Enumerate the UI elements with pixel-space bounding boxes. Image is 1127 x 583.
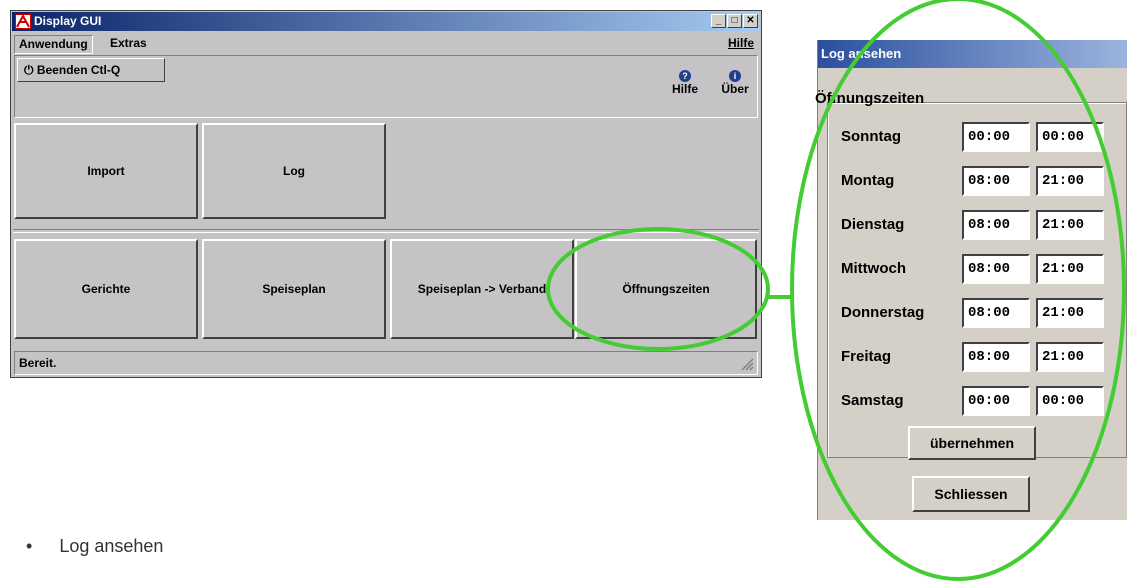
oeffnungszeiten-button[interactable]: Öffnungszeiten — [575, 239, 757, 339]
help-icon: ? — [679, 70, 691, 82]
quit-label: Beenden Ctl-Q — [36, 63, 121, 77]
window-title: Display GUI — [34, 14, 102, 28]
close-time-input[interactable]: 00:00 — [1036, 122, 1104, 152]
open-time-input[interactable]: 08:00 — [962, 298, 1030, 328]
group-label: Öffnungszeiten — [815, 90, 925, 107]
resize-grip-icon[interactable] — [740, 357, 754, 371]
open-time-input[interactable]: 08:00 — [962, 166, 1030, 196]
open-time-input[interactable]: 08:00 — [962, 210, 1030, 240]
power-icon: ⏻ — [24, 63, 34, 77]
bullet-glyph: • — [26, 536, 33, 556]
caption-text: Log ansehen — [59, 536, 164, 556]
day-label: Mittwoch — [841, 260, 906, 277]
minimize-button[interactable]: _ — [711, 14, 726, 28]
caption: • Log ansehen — [26, 536, 163, 557]
speiseplan-button[interactable]: Speiseplan — [202, 239, 386, 339]
gerichte-button[interactable]: Gerichte — [14, 239, 198, 339]
menu-anwendung[interactable]: Anwendung — [14, 35, 93, 54]
day-label: Dienstag — [841, 216, 905, 233]
speiseplan-verband-button[interactable]: Speiseplan -> Verband — [390, 239, 574, 339]
open-time-input[interactable]: 00:00 — [962, 122, 1030, 152]
open-time-input[interactable]: 08:00 — [962, 342, 1030, 372]
import-button[interactable]: Import — [14, 123, 198, 219]
main-window: Display GUI _ □ ✕ Anwendung Extras Hilfe… — [10, 10, 762, 378]
menu-extras[interactable]: Extras — [106, 35, 151, 52]
open-time-input[interactable]: 08:00 — [962, 254, 1030, 284]
close-time-input[interactable]: 21:00 — [1036, 166, 1104, 196]
app-logo-icon — [15, 13, 31, 29]
open-time-input[interactable]: 00:00 — [962, 386, 1030, 416]
help-toolbar-button[interactable]: ? Hilfe — [665, 68, 705, 96]
schliessen-button[interactable]: Schliessen — [912, 476, 1030, 512]
help-label: Hilfe — [671, 82, 698, 96]
day-label: Freitag — [841, 348, 892, 365]
status-text: Bereit. — [19, 356, 57, 370]
apply-button[interactable]: übernehmen — [908, 426, 1036, 460]
menu-bar: Anwendung Extras Hilfe — [14, 33, 758, 54]
day-label: Donnerstag — [841, 304, 925, 321]
close-time-input[interactable]: 21:00 — [1036, 342, 1104, 372]
close-time-input[interactable]: 21:00 — [1036, 298, 1104, 328]
day-label: Montag — [841, 172, 895, 189]
status-bar: Bereit. — [14, 351, 758, 375]
dialog-title: Log ansehen — [818, 40, 1127, 68]
day-label: Samstag — [841, 392, 904, 409]
log-button[interactable]: Log — [202, 123, 386, 219]
separator — [13, 229, 759, 233]
info-icon: i — [729, 70, 741, 82]
about-toolbar-button[interactable]: i Über — [715, 68, 755, 96]
day-label: Sonntag — [841, 128, 901, 145]
toolbar: ⏻ Beenden Ctl-Q ? Hilfe i Über — [14, 55, 758, 118]
close-button[interactable]: ✕ — [743, 14, 758, 28]
close-time-input[interactable]: 21:00 — [1036, 210, 1104, 240]
title-bar: Display GUI _ □ ✕ — [12, 12, 760, 31]
close-time-input[interactable]: 21:00 — [1036, 254, 1104, 284]
quit-button[interactable]: ⏻ Beenden Ctl-Q — [17, 58, 165, 82]
close-time-input[interactable]: 00:00 — [1036, 386, 1104, 416]
about-label: Über — [721, 82, 749, 96]
menu-hilfe[interactable]: Hilfe — [724, 35, 758, 52]
maximize-button[interactable]: □ — [727, 14, 742, 28]
